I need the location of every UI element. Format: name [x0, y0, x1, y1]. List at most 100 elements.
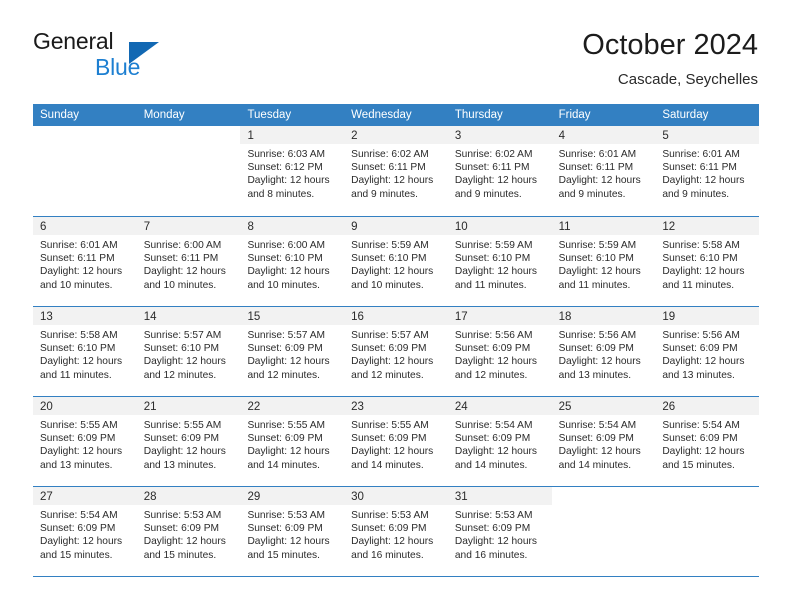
- day-cell-3[interactable]: 3 Sunrise: 6:02 AM Sunset: 6:11 PM Daylight…: [447, 126, 552, 216]
- day-number-band: 5: [655, 126, 760, 144]
- day-details: Sunrise: 5:59 AM Sunset: 6:10 PM Daylight:…: [344, 235, 448, 292]
- day-cell-25[interactable]: 25 Sunrise: 5:54 AM Sunset: 6:09 PM Dayligh…: [551, 397, 656, 486]
- day-number: 8: [247, 221, 254, 233]
- day-detail-line: Sunrise: 5:55 AM: [247, 420, 326, 431]
- day-details: Sunrise: 6:00 AM Sunset: 6:10 PM Daylight:…: [240, 235, 344, 292]
- day-cell-7[interactable]: 7 Sunrise: 6:00 AM Sunset: 6:11 PM Daylight…: [136, 217, 241, 306]
- day-cell-22[interactable]: 22 Sunrise: 5:55 AM Sunset: 6:09 PM Dayligh…: [240, 397, 345, 486]
- day-detail-line: and 15 minutes.: [662, 459, 735, 471]
- day-details: Sunrise: 6:01 AM Sunset: 6:11 PM Daylight:…: [655, 144, 759, 201]
- day-details: Sunrise: 5:54 AM Sunset: 6:09 PM Daylight:…: [552, 415, 656, 472]
- day-number-band: 13: [33, 307, 137, 325]
- day-cell-9[interactable]: 9 Sunrise: 5:59 AM Sunset: 6:10 PM Daylight…: [344, 217, 448, 306]
- day-number: 14: [143, 311, 157, 323]
- day-number-band: [136, 126, 241, 144]
- day-details: Sunrise: 5:55 AM Sunset: 6:09 PM Daylight:…: [240, 415, 344, 472]
- day-cell-empty: [655, 487, 760, 576]
- day-detail-line: and 10 minutes.: [247, 279, 320, 291]
- day-detail-line: Sunrise: 6:00 AM: [247, 240, 326, 251]
- day-number-band: 24: [447, 397, 552, 415]
- day-detail-line: Sunrise: 6:02 AM: [351, 149, 429, 160]
- day-detail-line: and 11 minutes.: [454, 279, 527, 291]
- calendar-week-row: 20 Sunrise: 5:55 AM Sunset: 6:09 PM Dayligh…: [33, 396, 760, 486]
- day-number-band: 26: [655, 397, 760, 415]
- day-detail-line: and 12 minutes.: [454, 369, 528, 381]
- day-detail-line: Sunset: 6:10 PM: [351, 253, 427, 265]
- day-details: Sunrise: 5:56 AM Sunset: 6:09 PM Daylight:…: [655, 325, 759, 382]
- day-detail-line: Sunrise: 6:01 AM: [662, 149, 740, 160]
- day-detail-line: Sunrise: 5:56 AM: [662, 330, 740, 341]
- day-number: 20: [40, 401, 53, 413]
- day-number-band: 25: [551, 397, 656, 415]
- day-detail-line: Sunset: 6:09 PM: [662, 343, 738, 355]
- day-cell-21[interactable]: 21 Sunrise: 5:55 AM Sunset: 6:09 PM Dayligh…: [136, 397, 241, 486]
- day-cell-6[interactable]: 6 Sunrise: 6:01 AM Sunset: 6:11 PM Daylight…: [33, 217, 137, 306]
- day-number-band: 1: [240, 126, 345, 144]
- day-cell-29[interactable]: 29 Sunrise: 5:53 AM Sunset: 6:09 PM Dayligh…: [240, 487, 345, 576]
- day-number-band: 11: [551, 217, 656, 235]
- day-detail-line: Sunset: 6:10 PM: [662, 253, 738, 265]
- day-cell-13[interactable]: 13 Sunrise: 5:58 AM Sunset: 6:10 PM Dayligh…: [33, 307, 137, 396]
- day-detail-line: and 15 minutes.: [143, 549, 217, 561]
- day-cell-10[interactable]: 10 Sunrise: 5:59 AM Sunset: 6:10 PM Dayligh…: [447, 217, 552, 306]
- day-cell-4[interactable]: 4 Sunrise: 6:01 AM Sunset: 6:11 PM Daylight…: [551, 126, 656, 216]
- day-detail-line: Daylight: 12 hours: [247, 446, 330, 458]
- day-cell-8[interactable]: 8 Sunrise: 6:00 AM Sunset: 6:10 PM Daylight…: [240, 217, 345, 306]
- day-details: Sunrise: 5:53 AM Sunset: 6:09 PM Daylight:…: [240, 505, 344, 562]
- day-details: Sunrise: 5:53 AM Sunset: 6:09 PM Daylight:…: [448, 505, 552, 562]
- day-detail-line: and 9 minutes.: [351, 188, 418, 200]
- day-detail-line: Daylight: 12 hours: [247, 356, 330, 368]
- day-details: Sunrise: 6:03 AM Sunset: 6:12 PM Daylight:…: [240, 144, 344, 201]
- day-detail-line: and 12 minutes.: [143, 369, 217, 381]
- day-detail-line: Sunrise: 5:59 AM: [351, 240, 429, 251]
- day-detail-line: Sunset: 6:09 PM: [143, 523, 220, 535]
- calendar-page: General Blue October 2024 Cascade, Seych…: [0, 0, 792, 612]
- day-number-band: 23: [344, 397, 448, 415]
- day-details: Sunrise: 5:56 AM Sunset: 6:09 PM Daylight:…: [552, 325, 656, 382]
- day-detail-line: Sunset: 6:11 PM: [40, 253, 115, 265]
- general-blue-logo[interactable]: General Blue: [33, 28, 293, 88]
- day-cell-31[interactable]: 31 Sunrise: 5:53 AM Sunset: 6:09 PM Dayligh…: [447, 487, 552, 576]
- day-detail-line: Sunset: 6:09 PM: [351, 433, 427, 445]
- day-cell-1[interactable]: 1 Sunrise: 6:03 AM Sunset: 6:12 PM Daylight…: [240, 126, 345, 216]
- day-cell-2[interactable]: 2 Sunrise: 6:02 AM Sunset: 6:11 PM Daylight…: [344, 126, 448, 216]
- day-cell-18[interactable]: 18 Sunrise: 5:56 AM Sunset: 6:09 PM Dayligh…: [551, 307, 656, 396]
- calendar-week-row: 1 Sunrise: 6:03 AM Sunset: 6:12 PM Daylight…: [33, 126, 760, 216]
- day-cell-19[interactable]: 19 Sunrise: 5:56 AM Sunset: 6:09 PM Dayligh…: [655, 307, 760, 396]
- day-cell-15[interactable]: 15 Sunrise: 5:57 AM Sunset: 6:09 PM Dayligh…: [240, 307, 345, 396]
- day-number: 5: [662, 130, 669, 142]
- day-number-band: 18: [551, 307, 656, 325]
- day-detail-line: Sunrise: 5:58 AM: [662, 240, 740, 251]
- day-detail-line: Sunset: 6:10 PM: [40, 343, 116, 355]
- day-cell-30[interactable]: 30 Sunrise: 5:53 AM Sunset: 6:09 PM Dayligh…: [344, 487, 448, 576]
- day-detail-line: Daylight: 12 hours: [558, 446, 641, 458]
- day-detail-line: Daylight: 12 hours: [662, 446, 745, 458]
- day-number-band: 3: [447, 126, 552, 144]
- day-detail-line: Daylight: 12 hours: [143, 266, 226, 278]
- day-number: 12: [662, 221, 676, 233]
- day-cell-14[interactable]: 14 Sunrise: 5:57 AM Sunset: 6:10 PM Dayligh…: [136, 307, 241, 396]
- day-details: Sunrise: 5:58 AM Sunset: 6:10 PM Daylight:…: [33, 325, 137, 382]
- day-detail-line: Sunrise: 5:56 AM: [558, 330, 637, 341]
- day-cell-11[interactable]: 11 Sunrise: 5:59 AM Sunset: 6:10 PM Dayligh…: [551, 217, 656, 306]
- calendar-week-row: 13 Sunrise: 5:58 AM Sunset: 6:10 PM Dayligh…: [33, 306, 760, 396]
- day-cell-16[interactable]: 16 Sunrise: 5:57 AM Sunset: 6:09 PM Dayligh…: [344, 307, 448, 396]
- day-detail-line: and 14 minutes.: [454, 459, 528, 471]
- day-number-band: 14: [136, 307, 241, 325]
- day-detail-line: Sunset: 6:09 PM: [247, 523, 323, 535]
- day-detail-line: Sunrise: 5:54 AM: [454, 420, 533, 431]
- day-detail-line: Daylight: 12 hours: [558, 356, 641, 368]
- day-cell-28[interactable]: 28 Sunrise: 5:53 AM Sunset: 6:09 PM Dayligh…: [136, 487, 241, 576]
- day-cell-26[interactable]: 26 Sunrise: 5:54 AM Sunset: 6:09 PM Dayligh…: [655, 397, 760, 486]
- day-detail-line: Daylight: 12 hours: [454, 266, 537, 278]
- day-cell-12[interactable]: 12 Sunrise: 5:58 AM Sunset: 6:10 PM Dayligh…: [655, 217, 760, 306]
- day-cell-24[interactable]: 24 Sunrise: 5:54 AM Sunset: 6:09 PM Dayligh…: [447, 397, 552, 486]
- day-cell-5[interactable]: 5 Sunrise: 6:01 AM Sunset: 6:11 PM Daylight…: [655, 126, 760, 216]
- day-cell-23[interactable]: 23 Sunrise: 5:55 AM Sunset: 6:09 PM Dayligh…: [344, 397, 448, 486]
- day-details: [33, 144, 137, 148]
- day-detail-line: Daylight: 12 hours: [454, 356, 537, 368]
- day-cell-20[interactable]: 20 Sunrise: 5:55 AM Sunset: 6:09 PM Dayligh…: [33, 397, 137, 486]
- day-cell-17[interactable]: 17 Sunrise: 5:56 AM Sunset: 6:09 PM Dayligh…: [447, 307, 552, 396]
- day-cell-27[interactable]: 27 Sunrise: 5:54 AM Sunset: 6:09 PM Dayligh…: [33, 487, 137, 576]
- day-number: 21: [143, 401, 157, 413]
